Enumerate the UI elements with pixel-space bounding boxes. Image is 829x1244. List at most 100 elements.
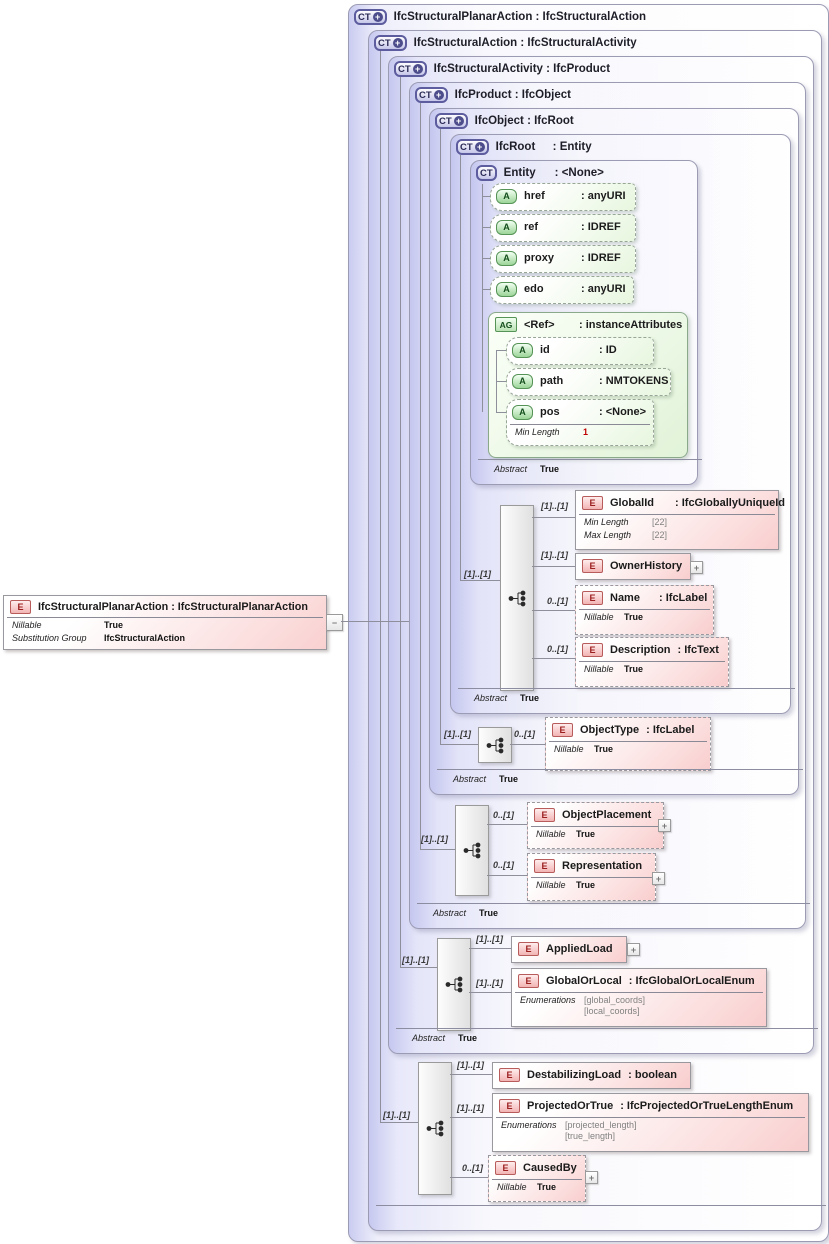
- element-causedby[interactable]: E CausedBy Nillable True: [488, 1155, 586, 1202]
- type-title: Entity: [504, 167, 548, 179]
- attribute-type: : IDREF: [581, 221, 621, 233]
- abstract-row: Abstract True: [417, 903, 810, 918]
- expand-icon[interactable]: +: [475, 142, 485, 152]
- connector-line: [496, 412, 506, 413]
- element-appliedload[interactable]: E AppliedLoad: [511, 936, 627, 963]
- attribute-edo[interactable]: A edo : anyURI: [490, 276, 634, 304]
- attribute-proxy[interactable]: A proxy : IDREF: [490, 245, 636, 273]
- expand-button[interactable]: +: [652, 872, 665, 885]
- property-label: Nillable: [554, 744, 594, 755]
- expand-icon[interactable]: +: [373, 12, 383, 22]
- type-header: CT+ IfcProduct : IfcObject: [415, 86, 571, 104]
- connector-line: [469, 992, 511, 993]
- element-objectplacement[interactable]: E ObjectPlacement Nillable True: [527, 802, 664, 849]
- element-globalorlocal[interactable]: E GlobalOrLocal : IfcGlobalOrLocalEnum E…: [511, 968, 767, 1027]
- property-label: Max Length: [584, 530, 652, 541]
- collapse-button[interactable]: −: [326, 614, 343, 631]
- type-header: CT+ IfcStructuralAction : IfcStructuralA…: [374, 34, 637, 52]
- element-projectedortrue[interactable]: E ProjectedOrTrue : IfcProjectedOrTrueLe…: [492, 1093, 809, 1152]
- cardinality: [1]..[1]: [541, 501, 568, 511]
- cardinality: [1]..[1]: [421, 834, 448, 844]
- property-label: Min Length: [584, 517, 652, 528]
- element-icon: E: [582, 591, 603, 605]
- complex-type-icon[interactable]: CT+: [374, 35, 407, 51]
- sequence-indicator[interactable]: [500, 505, 534, 691]
- attribute-href[interactable]: A href : anyURI: [490, 183, 636, 211]
- element-globalid[interactable]: E GlobalId : IfcGloballyUniqueId Min Len…: [575, 490, 779, 550]
- complex-type-icon[interactable]: CT+: [354, 9, 387, 25]
- sequence-indicator[interactable]: [418, 1062, 452, 1195]
- type-header: CT+ IfcRoot : Entity: [456, 138, 592, 156]
- property-value: True: [104, 620, 123, 631]
- attribute-name: path: [540, 375, 592, 387]
- connector-line: [420, 103, 421, 849]
- element-ownerhistory[interactable]: E OwnerHistory: [575, 553, 691, 580]
- abstract-row: Abstract True: [396, 1028, 818, 1043]
- element-icon: E: [499, 1099, 520, 1113]
- element-name[interactable]: E Name : IfcLabel Nillable True: [575, 585, 714, 635]
- root-element-box[interactable]: E IfcStructuralPlanarAction : IfcStructu…: [3, 595, 327, 650]
- attribute-type: : anyURI: [581, 283, 626, 295]
- attribute-icon: A: [496, 282, 517, 297]
- sequence-indicator[interactable]: [437, 938, 471, 1031]
- attribute-icon: A: [512, 405, 533, 420]
- sequence-icon: [486, 737, 505, 754]
- cardinality: [1]..[1]: [383, 1110, 410, 1120]
- property-label: Nillable: [584, 664, 624, 675]
- sequence-indicator[interactable]: [478, 727, 512, 763]
- expand-button[interactable]: +: [627, 943, 640, 956]
- type-title: IfcObject : IfcRoot: [475, 115, 574, 127]
- expand-icon[interactable]: +: [434, 90, 444, 100]
- expand-button[interactable]: +: [658, 819, 671, 832]
- connector-line: [460, 580, 500, 581]
- element-description[interactable]: E Description : IfcText Nillable True: [575, 637, 729, 687]
- property-label: Nillable: [536, 829, 576, 840]
- cardinality: [1]..[1]: [457, 1103, 484, 1113]
- attribute-path[interactable]: A path : NMTOKENS: [506, 368, 671, 396]
- attribute-ref[interactable]: A ref : IDREF: [490, 214, 636, 242]
- complex-type-icon[interactable]: CT: [476, 165, 497, 181]
- attribute-icon: A: [512, 343, 533, 358]
- expand-icon[interactable]: +: [413, 64, 423, 74]
- expand-button[interactable]: +: [690, 561, 703, 574]
- attribute-pos[interactable]: A pos : <None> Min Length 1: [506, 399, 654, 446]
- complex-type-icon[interactable]: CT+: [435, 113, 468, 129]
- attribute-type: : IDREF: [581, 252, 621, 264]
- connector-line: [496, 350, 506, 351]
- enumeration-values: [projected_length] [true_length]: [565, 1120, 637, 1142]
- element-representation[interactable]: E Representation Nillable True: [527, 853, 656, 901]
- type-title: IfcStructuralAction : IfcStructuralActiv…: [414, 37, 637, 49]
- element-destabilizingload[interactable]: E DestabilizingLoad : boolean: [492, 1062, 691, 1089]
- expand-button[interactable]: +: [585, 1171, 598, 1184]
- attribute-type: : ID: [599, 344, 617, 356]
- complex-type-icon[interactable]: CT+: [394, 61, 427, 77]
- attribute-group-icon: AG: [495, 317, 517, 332]
- connector-line: [400, 967, 437, 968]
- enumerations-label: Enumerations: [501, 1120, 565, 1142]
- enumeration-values: [global_coords] [local_coords]: [584, 995, 645, 1017]
- property-label: Nillable: [497, 1182, 537, 1193]
- sequence-icon: [508, 590, 527, 607]
- element-icon: E: [534, 808, 555, 822]
- element-objecttype[interactable]: E ObjectType : IfcLabel Nillable True: [545, 717, 711, 771]
- connector-line: [532, 517, 575, 518]
- cardinality: [1]..[1]: [457, 1060, 484, 1070]
- attribute-id[interactable]: A id : ID: [506, 337, 654, 365]
- abstract-value: True: [540, 464, 559, 474]
- connector-line: [450, 1177, 488, 1178]
- complex-type-icon[interactable]: CT+: [456, 139, 489, 155]
- expand-icon[interactable]: +: [454, 116, 464, 126]
- cardinality: 0..[1]: [462, 1163, 483, 1173]
- property-value: True: [624, 664, 643, 675]
- element-icon: E: [518, 942, 539, 956]
- connector-line: [510, 744, 545, 745]
- property-value: True: [576, 880, 595, 891]
- expand-icon[interactable]: +: [393, 38, 403, 48]
- type-base: : Entity: [553, 141, 592, 153]
- cardinality: [1]..[1]: [476, 978, 503, 988]
- attribute-icon: A: [496, 189, 517, 204]
- constraint-value: 1: [583, 427, 588, 438]
- attribute-name: id: [540, 344, 592, 356]
- complex-type-icon[interactable]: CT+: [415, 87, 448, 103]
- sequence-indicator[interactable]: [455, 805, 489, 896]
